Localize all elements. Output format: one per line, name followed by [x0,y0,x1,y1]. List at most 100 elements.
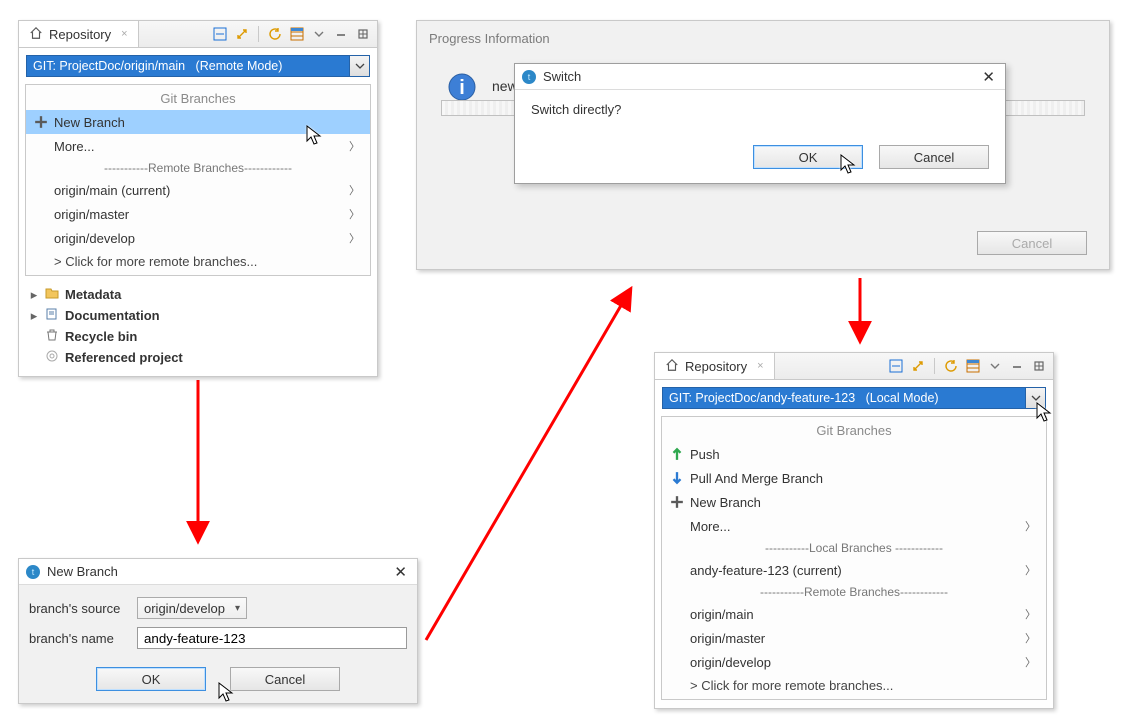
tree-label: Documentation [65,308,160,323]
tab-repository[interactable]: Repository × [655,353,775,379]
at-icon [45,349,59,366]
menu-item-origin-main[interactable]: origin/main (current) 〉 [26,178,370,202]
view-menu-icon[interactable] [987,358,1003,374]
menu-item-label: origin/master [54,207,129,222]
chevron-right-icon: 〉 [349,230,360,246]
chevron-right-icon: 〉 [349,182,360,198]
source-select-value: origin/develop [144,601,225,616]
combo-dropdown-icon[interactable] [1025,388,1045,408]
chevron-right-icon: 〉 [1025,606,1036,622]
cancel-button[interactable]: Cancel [230,667,340,691]
arrow-up-icon [670,447,684,461]
tab-close-icon[interactable]: × [121,28,127,40]
tree-item-documentation[interactable]: ▸ Documentation [25,305,371,326]
menu-item-label: origin/main [690,607,754,622]
chevron-right-icon: 〉 [1025,630,1036,646]
menu-item-label: More... [690,519,730,534]
remote-branches-separator: -----------Remote Branches------------ [26,158,370,178]
menu-item-more-remote[interactable]: > Click for more remote branches... [26,250,370,275]
branch-combo[interactable]: GIT: ProjectDoc/origin/main (Remote Mode… [26,55,370,77]
chevron-right-icon: 〉 [1025,562,1036,578]
chevron-right-icon: 〉 [349,206,360,222]
menu-item-more[interactable]: More... 〉 [26,134,370,158]
tree-item-recycle[interactable]: Recycle bin [25,326,371,347]
repo-panel-remote: Repository × GIT: ProjectDoc/origin/main… [18,20,378,377]
tree-item-referenced[interactable]: Referenced project [25,347,371,368]
repo-tree: ▸ Metadata ▸ Documentation Recycle bin R… [19,282,377,376]
name-label: branch's name [29,631,129,646]
menu-item-label: New Branch [690,495,761,510]
combo-dropdown-icon[interactable] [349,56,369,76]
cancel-button[interactable]: Cancel [977,231,1087,255]
collapse-all-icon[interactable] [212,26,228,42]
menu-item-origin-develop[interactable]: origin/develop 〉 [662,650,1046,674]
dialog-title: New Branch [47,564,118,579]
source-label: branch's source [29,601,129,616]
grid-icon[interactable] [965,358,981,374]
ok-button[interactable]: OK [96,667,206,691]
tab-repository[interactable]: Repository × [19,21,139,47]
plus-icon [34,115,48,129]
name-input[interactable] [137,627,407,649]
dialog-titlebar: t Switch ✕ [515,64,1005,90]
switch-question: Switch directly? [531,102,989,117]
menu-item-origin-master[interactable]: origin/master 〉 [26,202,370,226]
plus-icon [670,495,684,509]
chevron-down-icon: ▾ [235,603,240,614]
menu-item-local-current[interactable]: andy-feature-123 (current) 〉 [662,558,1046,582]
menu-item-push[interactable]: Push [662,442,1046,466]
menu-item-origin-develop[interactable]: origin/develop 〉 [26,226,370,250]
menu-item-label: origin/master [690,631,765,646]
menu-item-more[interactable]: More... 〉 [662,514,1046,538]
tab-label: Repository [49,27,111,42]
maximize-icon[interactable] [1031,358,1047,374]
expand-icon[interactable]: ▸ [29,308,39,324]
collapse-all-icon[interactable] [888,358,904,374]
menu-item-origin-main[interactable]: origin/main 〉 [662,602,1046,626]
menu-item-more-remote[interactable]: > Click for more remote branches... [662,674,1046,699]
menu-header: Git Branches [662,417,1046,442]
minimize-icon[interactable] [1009,358,1025,374]
tab-close-icon[interactable]: × [757,360,763,372]
grid-icon[interactable] [289,26,305,42]
menu-item-label: origin/develop [690,655,771,670]
close-icon[interactable]: ✕ [390,563,411,581]
expand-icon[interactable]: ▸ [29,287,39,303]
chevron-right-icon: 〉 [1025,654,1036,670]
menu-item-origin-master[interactable]: origin/master 〉 [662,626,1046,650]
view-menu-icon[interactable] [311,26,327,42]
new-branch-dialog: t New Branch ✕ branch's source origin/de… [18,558,418,704]
tab-label: Repository [685,359,747,374]
close-icon[interactable]: ✕ [978,68,999,86]
dialog-titlebar: t New Branch ✕ [19,559,417,585]
link-icon[interactable] [910,358,926,374]
home-icon [29,26,43,43]
progress-dialog: Progress Information i new Cancel t Swit… [416,20,1110,270]
menu-item-pull-merge[interactable]: Pull And Merge Branch [662,466,1046,490]
progress-title: Progress Information [417,21,1109,52]
minimize-icon[interactable] [333,26,349,42]
maximize-icon[interactable] [355,26,371,42]
menu-item-label: New Branch [54,115,125,130]
trash-icon [45,328,59,345]
chevron-right-icon: 〉 [1025,518,1036,534]
menu-item-new-branch[interactable]: New Branch [662,490,1046,514]
tree-item-metadata[interactable]: ▸ Metadata [25,284,371,305]
link-icon[interactable] [234,26,250,42]
branch-combo[interactable]: GIT: ProjectDoc/andy-feature-123 (Local … [662,387,1046,409]
git-branches-menu: Git Branches New Branch More... 〉 ------… [25,84,371,276]
source-select[interactable]: origin/develop ▾ [137,597,247,619]
menu-item-label: Push [690,447,720,462]
info-icon: i [447,72,477,102]
menu-header: Git Branches [26,85,370,110]
refresh-icon[interactable] [943,358,959,374]
ok-button[interactable]: OK [753,145,863,169]
menu-item-new-branch[interactable]: New Branch [26,110,370,134]
menu-item-label: origin/main (current) [54,183,170,198]
refresh-icon[interactable] [267,26,283,42]
cancel-button[interactable]: Cancel [879,145,989,169]
switch-dialog: t Switch ✕ Switch directly? OK Cancel [514,63,1006,184]
toolbar-icons [888,353,1053,379]
home-icon [665,358,679,375]
app-icon: t [521,69,537,85]
